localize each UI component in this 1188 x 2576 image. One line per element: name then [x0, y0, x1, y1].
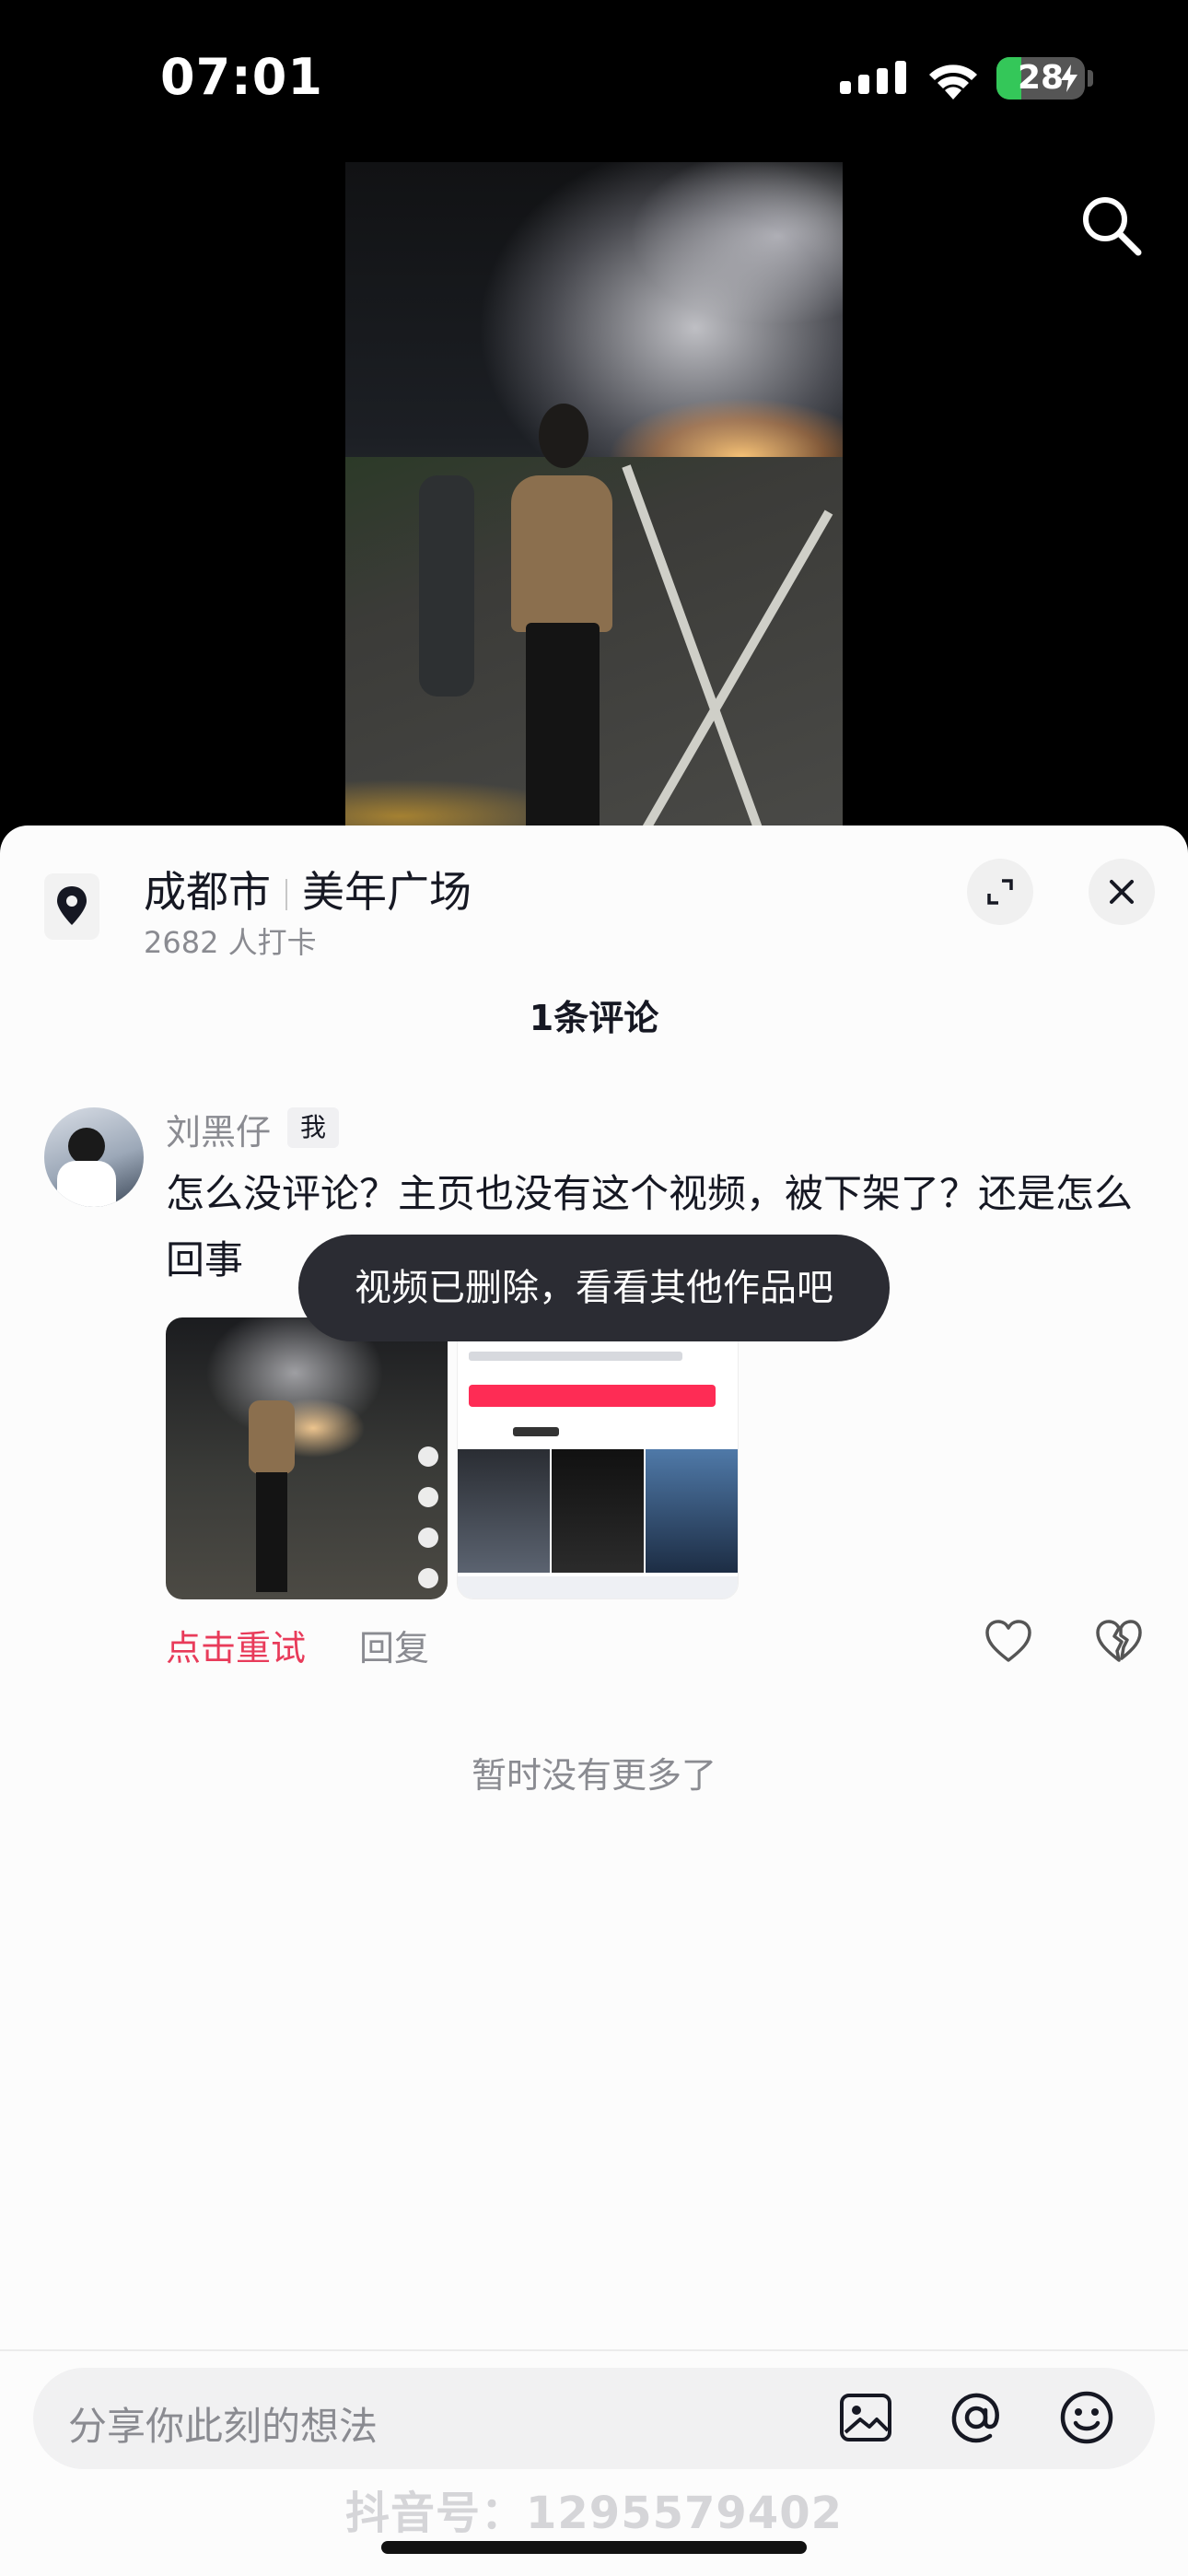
thumb-grid-cell: [458, 1449, 550, 1573]
location-place: 美年广场: [302, 867, 472, 917]
location-separator: [285, 879, 287, 910]
thumb-person: [249, 1400, 295, 1474]
status-time: 07:01: [160, 48, 323, 106]
me-badge: 我: [287, 1107, 339, 1148]
expand-button[interactable]: [967, 859, 1033, 925]
avatar[interactable]: [44, 1107, 144, 1207]
thumb-follow-button: [469, 1385, 716, 1407]
toast-message: 视频已删除，看看其他作品吧: [298, 1235, 890, 1341]
video-person-body: [511, 475, 612, 632]
comment-count-title: 1条评论: [529, 998, 659, 1038]
battery-indicator: 28: [996, 57, 1085, 100]
no-more-text: 暂时没有更多了: [471, 1755, 716, 1796]
location-city: 成都市: [144, 867, 271, 917]
image-icon[interactable]: [836, 2388, 895, 2447]
emoji-icon[interactable]: [1057, 2388, 1116, 2447]
broken-heart-icon[interactable]: [1094, 1618, 1144, 1664]
at-icon[interactable]: [947, 2388, 1006, 2447]
retry-link[interactable]: 点击重试: [166, 1620, 306, 1670]
thumb-works-tab: [513, 1427, 559, 1436]
avatar-shirt: [57, 1161, 116, 1207]
close-icon: [1110, 880, 1134, 904]
expand-icon: [987, 879, 1013, 905]
avatar-head: [68, 1128, 105, 1165]
wifi-icon: [929, 64, 977, 100]
comment-image-video-screenshot[interactable]: [166, 1317, 448, 1599]
input-divider: [0, 2349, 1188, 2351]
status-bar: 07:01 28: [0, 0, 1188, 157]
location-title[interactable]: 成都市 美年广场: [144, 859, 472, 919]
close-button[interactable]: [1089, 859, 1155, 925]
battery-cap: [1088, 70, 1093, 87]
comment-sheet: 成都市 美年广场 2682 人打卡 1条评论 刘黑仔 我 怎么没评论？主页也没有这…: [0, 825, 1188, 2576]
comment-input[interactable]: 分享你此刻的想法: [33, 2368, 1155, 2469]
search-icon[interactable]: [1079, 193, 1144, 258]
thumb-grid-cell: [552, 1449, 644, 1573]
video-bystander: [419, 475, 474, 697]
video-person-head: [539, 404, 588, 468]
comment-image-profile-screenshot[interactable]: [457, 1317, 739, 1599]
thumb-bottom-row: [458, 1576, 738, 1598]
home-indicator[interactable]: [381, 2541, 807, 2554]
douyin-watermark: 抖音号：1295579402: [345, 2488, 843, 2539]
thumb-grid-cell: [646, 1449, 738, 1573]
thumb-action-icons: [414, 1446, 442, 1594]
reply-link[interactable]: 回复: [359, 1620, 429, 1670]
heart-icon[interactable]: [984, 1618, 1033, 1664]
video-person-legs: [526, 623, 600, 844]
charging-bolt-icon: [1061, 64, 1077, 92]
thumb-person-legs: [256, 1472, 287, 1592]
cellular-signal-icon: [840, 61, 906, 94]
video-preview[interactable]: [345, 162, 843, 844]
location-pin-icon: [44, 873, 99, 940]
location-checkins: 2682 人打卡: [144, 925, 317, 960]
comment-input-placeholder: 分享你此刻的想法: [68, 2404, 379, 2449]
comment-username[interactable]: 刘黑仔: [166, 1104, 271, 1154]
thumb-text-line: [469, 1352, 682, 1361]
